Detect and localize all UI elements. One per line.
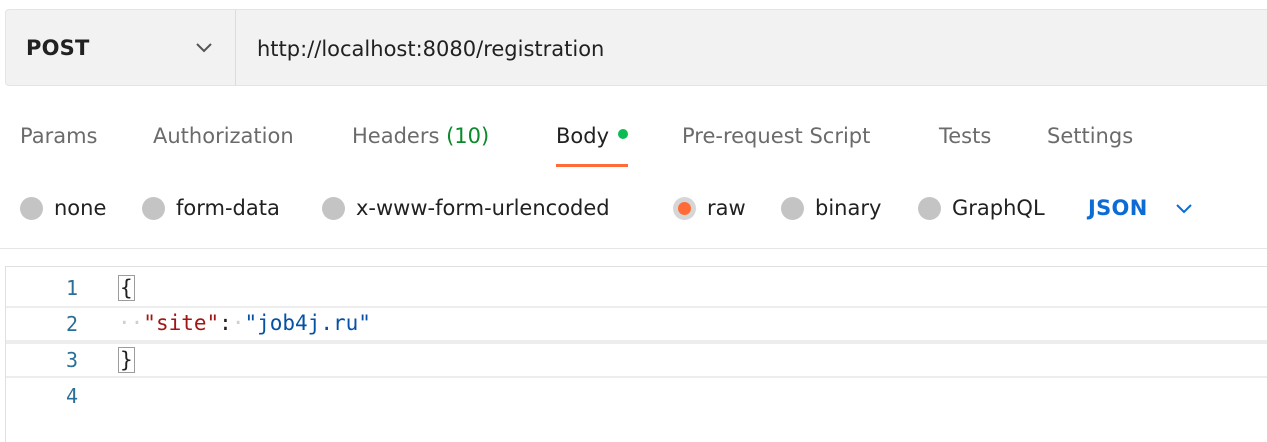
active-tab-underline bbox=[556, 164, 629, 167]
editor-line: 1 { bbox=[6, 270, 1267, 306]
body-type-binary[interactable]: binary bbox=[781, 192, 881, 224]
radio-button[interactable] bbox=[20, 196, 43, 220]
tab-settings[interactable]: Settings bbox=[1047, 120, 1133, 168]
method-select[interactable]: POST bbox=[6, 10, 236, 85]
editor-line: 3 } bbox=[6, 342, 1267, 378]
tab-label: Pre-request Script bbox=[682, 124, 871, 148]
line-content: ··"site":·"job4j.ru" bbox=[118, 311, 371, 335]
line-content: { bbox=[118, 275, 135, 301]
radio-button[interactable] bbox=[918, 196, 941, 220]
line-content: } bbox=[118, 347, 135, 373]
radio-label: raw bbox=[707, 196, 746, 220]
tab-label: Params bbox=[20, 124, 98, 148]
json-colon: : bbox=[219, 311, 232, 335]
whitespace-marker: · bbox=[231, 311, 245, 335]
tab-label: Headers bbox=[352, 124, 440, 148]
body-status-dot bbox=[618, 129, 629, 139]
body-type-form-data[interactable]: form-data bbox=[142, 192, 280, 224]
radio-button[interactable] bbox=[142, 196, 165, 220]
body-type-x-www-form-urlencoded[interactable]: x-www-form-urlencoded bbox=[322, 192, 610, 224]
body-type-none[interactable]: none bbox=[20, 192, 106, 224]
whitespace-marker: ·· bbox=[118, 311, 144, 335]
tab-body[interactable]: Body bbox=[556, 120, 629, 168]
tab-authorization[interactable]: Authorization bbox=[153, 120, 294, 168]
editor-line: 2 ··"site":·"job4j.ru" bbox=[6, 306, 1267, 342]
language-select[interactable]: JSON bbox=[1088, 192, 1194, 224]
json-key: "site" bbox=[143, 311, 220, 335]
radio-label: none bbox=[54, 196, 107, 220]
json-string-value: "job4j.ru" bbox=[244, 311, 371, 335]
tab-params[interactable]: Params bbox=[20, 120, 98, 168]
divider bbox=[0, 248, 1267, 249]
request-tabs: Params Authorization Headers (10) Body P… bbox=[0, 120, 1267, 168]
line-number: 4 bbox=[65, 384, 78, 408]
body-type-graphql[interactable]: GraphQL bbox=[918, 192, 1045, 224]
url-bar: POST bbox=[5, 9, 1267, 86]
line-number: 2 bbox=[65, 312, 78, 336]
body-type-raw[interactable]: raw bbox=[673, 192, 746, 224]
matched-brace: { bbox=[118, 275, 135, 301]
matched-brace: } bbox=[118, 347, 135, 373]
radio-label: GraphQL bbox=[952, 196, 1045, 220]
editor-line: 4 bbox=[6, 378, 1267, 414]
line-number: 3 bbox=[65, 348, 78, 372]
tab-headers[interactable]: Headers (10) bbox=[352, 120, 489, 168]
line-number: 1 bbox=[65, 276, 78, 300]
radio-button-selected[interactable] bbox=[673, 196, 696, 220]
tab-label: Body bbox=[556, 124, 610, 148]
tab-label: Settings bbox=[1047, 124, 1134, 148]
method-label: POST bbox=[26, 36, 90, 60]
radio-button[interactable] bbox=[781, 196, 804, 220]
headers-count-badge: (10) bbox=[446, 124, 490, 148]
radio-label: x-www-form-urlencoded bbox=[356, 196, 610, 220]
chevron-down-icon bbox=[196, 43, 212, 53]
chevron-down-icon bbox=[1175, 204, 1192, 214]
language-label: JSON bbox=[1088, 196, 1148, 220]
radio-button[interactable] bbox=[322, 196, 345, 220]
url-input[interactable] bbox=[257, 35, 1237, 63]
tab-pre-request-script[interactable]: Pre-request Script bbox=[682, 120, 870, 168]
tab-label: Authorization bbox=[153, 124, 294, 148]
request-editor: POST Params Authorization Headers (10) B… bbox=[0, 0, 1267, 442]
body-type-options: none form-data x-www-form-urlencoded raw… bbox=[0, 192, 1267, 224]
radio-label: binary bbox=[815, 196, 882, 220]
tab-label: Tests bbox=[939, 124, 992, 148]
radio-label: form-data bbox=[176, 196, 280, 220]
tab-tests[interactable]: Tests bbox=[939, 120, 991, 168]
code-editor[interactable]: 1 { 2 ··"site":·"job4j.ru" 3 } 4 bbox=[5, 266, 1267, 442]
